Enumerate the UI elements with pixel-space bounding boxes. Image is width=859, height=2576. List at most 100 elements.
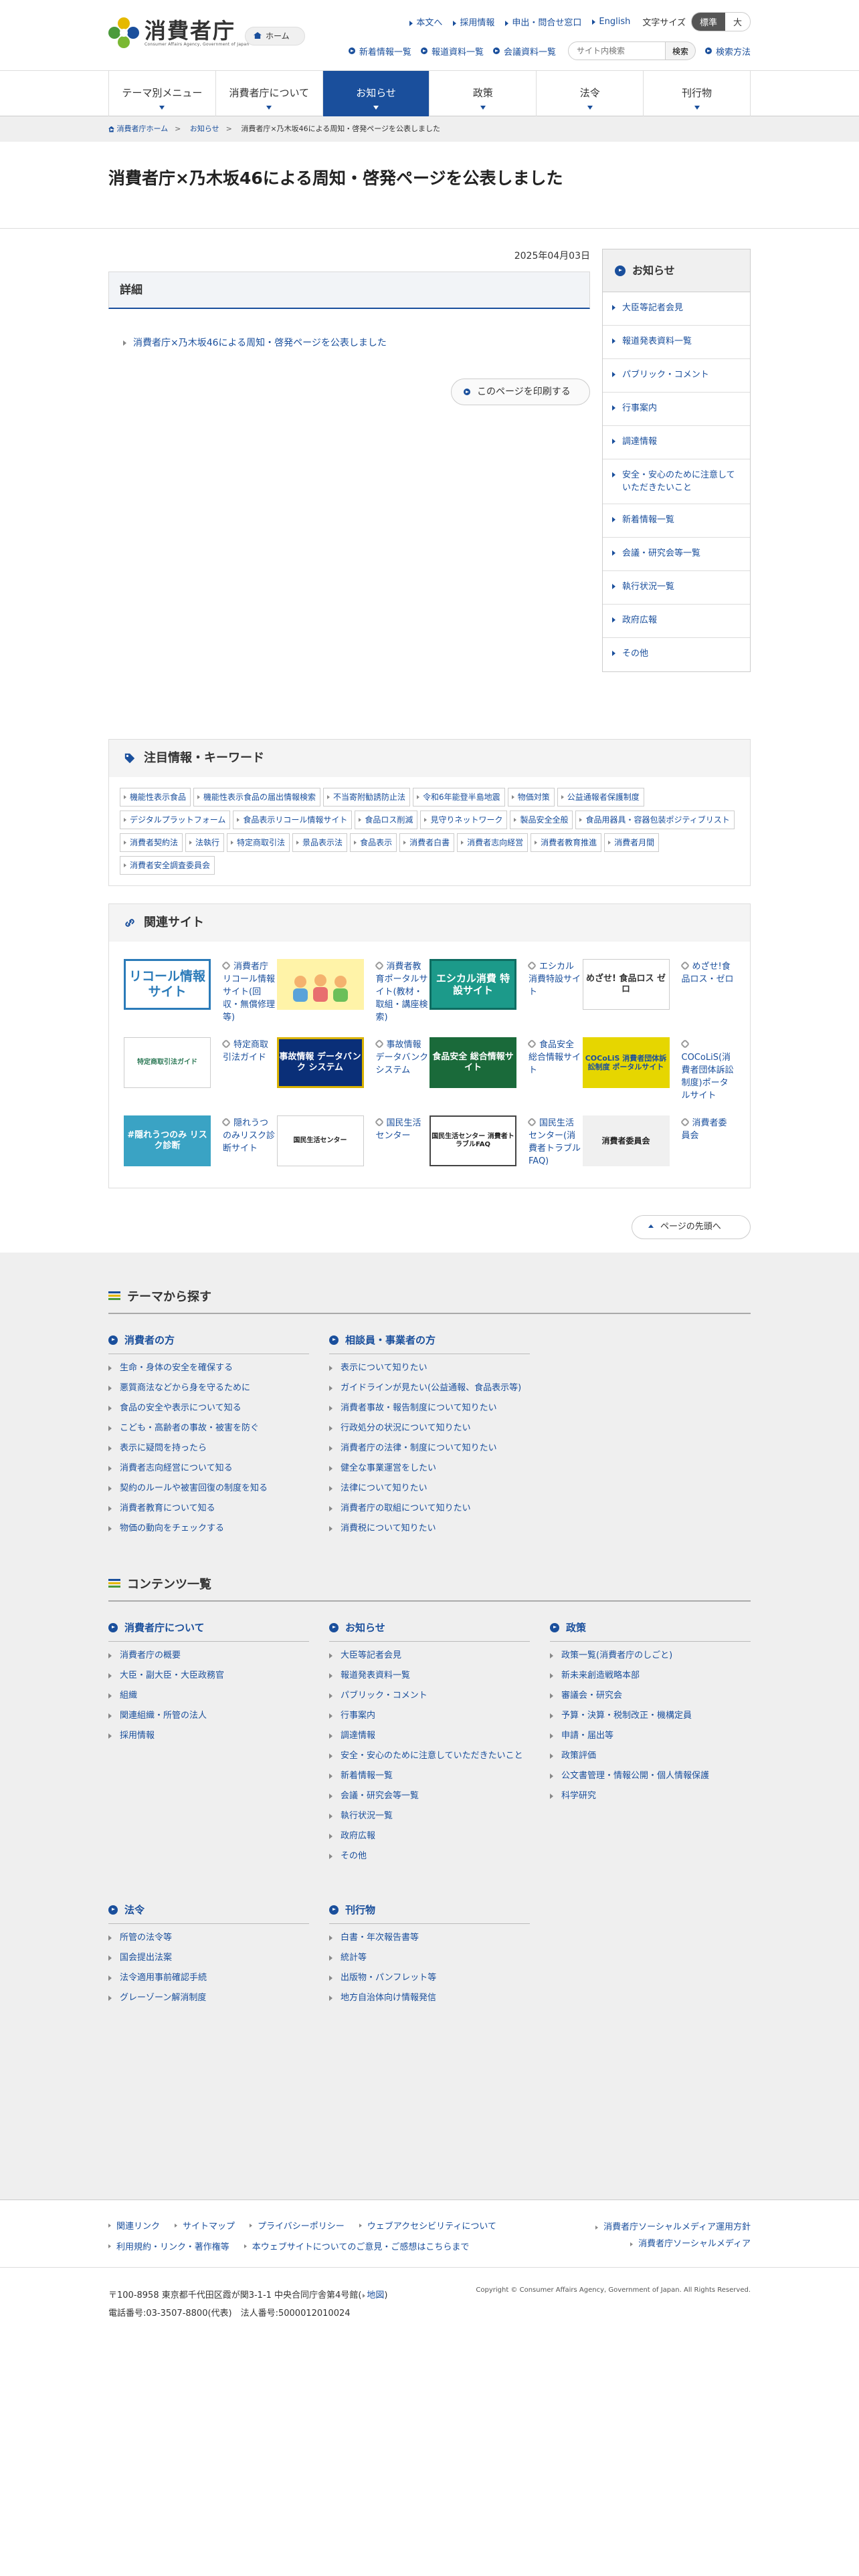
sitemap-column-title[interactable]: 政策 — [550, 1620, 751, 1642]
keyword-tag[interactable]: デジタルプラットフォーム — [120, 811, 231, 829]
sitemap-link[interactable]: こども・高齢者の事故・被害を防ぐ — [108, 1422, 309, 1434]
sitemap-link[interactable]: 行政処分の状況について知りたい — [329, 1422, 530, 1434]
breadcrumb-news[interactable]: お知らせ — [190, 124, 219, 133]
detail-link[interactable]: 消費者庁×乃木坂46による周知・啓発ページを公表しました — [133, 338, 387, 348]
sitemap-link[interactable]: 政策評価 — [550, 1750, 751, 1762]
sitemap-link[interactable]: パブリック・コメント — [329, 1690, 530, 1702]
keyword-tag[interactable]: 見守りネットワーク — [420, 811, 508, 829]
sitemap-column-title[interactable]: 消費者の方 — [108, 1333, 309, 1354]
sitemap-link[interactable]: 消費者庁の概要 — [108, 1650, 309, 1662]
sitemap-link[interactable]: 行事案内 — [329, 1710, 530, 1722]
related-site[interactable]: 食品安全 総合情報サイト 食品安全総合情報サイト — [430, 1037, 583, 1102]
site-banner[interactable]: 消費者委員会 — [582, 1115, 670, 1166]
sitemap-link[interactable]: 消費者庁の取組について知りたい — [329, 1503, 530, 1515]
skip-to-content-link[interactable]: 本文へ — [409, 15, 442, 28]
sitemap-link[interactable]: 契約のルールや被害回復の制度を知る — [108, 1483, 309, 1495]
sidebar-item[interactable]: その他 — [603, 638, 750, 671]
sitemap-link[interactable]: 消費者志向経営について知る — [108, 1463, 309, 1475]
sitemap-link[interactable]: 予算・決算・税制改正・機構定員 — [550, 1710, 751, 1722]
sidebar-item[interactable]: 安全・安心のために注意していただきたいこと — [603, 459, 750, 504]
sitemap-link[interactable]: 法令適用事前確認手続 — [108, 1972, 309, 1984]
press-link[interactable]: 報道資料一覧 — [420, 45, 484, 58]
keyword-tag[interactable]: 法執行 — [185, 833, 225, 852]
keyword-tag[interactable]: 食品表示リコール情報サイト — [233, 811, 353, 829]
font-size-standard-button[interactable]: 標準 — [691, 13, 725, 31]
keyword-tag[interactable]: 消費者白書 — [399, 833, 455, 852]
sitemap-link[interactable]: 表示について知りたい — [329, 1362, 530, 1374]
footer-link[interactable]: プライバシーポリシー — [250, 2219, 345, 2232]
sitemap-link[interactable]: 大臣等記者会見 — [329, 1650, 530, 1662]
sitemap-link[interactable]: 物価の動向をチェックする — [108, 1523, 309, 1535]
keyword-tag[interactable]: 不当寄附勧誘防止法 — [323, 788, 411, 807]
related-site[interactable]: 事故情報 データバンク システム 事故情報データバンクシステム — [276, 1037, 430, 1102]
search-input[interactable] — [567, 41, 666, 60]
sitemap-link[interactable]: 消費者教育について知る — [108, 1503, 309, 1515]
related-site[interactable]: 国民生活センター 消費者トラブルFAQ 国民生活センター(消費者トラブルFAQ) — [430, 1115, 583, 1168]
keyword-tag[interactable]: 消費者契約法 — [120, 833, 183, 852]
site-banner[interactable]: 事故情報 データバンク システム — [276, 1037, 364, 1088]
keyword-tag[interactable]: 令和6年能登半島地震 — [413, 788, 505, 807]
sitemap-link[interactable]: 大臣・副大臣・大臣政務官 — [108, 1670, 309, 1682]
sitemap-link[interactable]: 食品の安全や表示について知る — [108, 1402, 309, 1414]
sitemap-link[interactable]: その他 — [329, 1850, 530, 1862]
keyword-tag[interactable]: 機能性表示食品 — [120, 788, 191, 807]
sitemap-column-title[interactable]: 消費者庁について — [108, 1620, 309, 1642]
sitemap-link[interactable]: 法律について知りたい — [329, 1483, 530, 1495]
sidebar-item[interactable]: 執行状況一覧 — [603, 571, 750, 605]
sitemap-column-title[interactable]: お知らせ — [329, 1620, 530, 1642]
sitemap-link[interactable]: 執行状況一覧 — [329, 1810, 530, 1822]
english-link[interactable]: English — [592, 17, 630, 27]
sitemap-link[interactable]: 関連組織・所管の法人 — [108, 1710, 309, 1722]
nav-policy[interactable]: 政策 — [430, 71, 537, 116]
page-top-button[interactable]: ページの先頭へ — [632, 1215, 751, 1239]
sitemap-link[interactable]: 安全・安心のために注意していただきたいこと — [329, 1750, 530, 1762]
sitemap-link[interactable]: 健全な事業運営をしたい — [329, 1463, 530, 1475]
related-site[interactable]: COCoLiS 消費者団体訴訟制度 ポータルサイト COCoLiS(消費者団体訴訟… — [582, 1037, 736, 1102]
new-info-link[interactable]: 新着情報一覧 — [348, 45, 411, 58]
social-media-link[interactable]: 消費者庁ソーシャルメディア — [595, 2236, 751, 2252]
sidebar-item[interactable]: 新着情報一覧 — [603, 504, 750, 538]
footer-link[interactable]: サイトマップ — [175, 2219, 235, 2232]
nav-about[interactable]: 消費者庁について — [216, 71, 323, 116]
keyword-tag[interactable]: 物価対策 — [507, 788, 555, 807]
related-site[interactable]: エシカル消費 特設サイト エシカル消費特設サイト — [430, 959, 583, 1024]
site-logo[interactable]: 消費者庁 Consumer Affairs Agency, Government… — [108, 17, 249, 48]
site-banner[interactable]: エシカル消費 特設サイト — [430, 959, 516, 1010]
site-banner[interactable]: リコール情報サイト — [124, 959, 211, 1010]
site-banner[interactable] — [276, 959, 364, 1010]
sitemap-link[interactable]: 公文書管理・情報公開・個人情報保護 — [550, 1770, 751, 1782]
site-banner[interactable]: 食品安全 総合情報サイト — [430, 1037, 516, 1088]
font-size-large-button[interactable]: 大 — [725, 13, 750, 31]
related-site[interactable]: 特定商取引法ガイド 特定商取引法ガイド — [124, 1037, 277, 1102]
related-site[interactable]: 消費者委員会 消費者委員会 — [582, 1115, 736, 1168]
keyword-tag[interactable]: 消費者月間 — [604, 833, 660, 852]
sitemap-link[interactable]: 国会提出法案 — [108, 1952, 309, 1964]
keyword-tag[interactable]: 機能性表示食品の届出情報検索 — [193, 788, 321, 807]
sitemap-link[interactable]: 組織 — [108, 1690, 309, 1702]
sidebar-item[interactable]: 行事案内 — [603, 393, 750, 426]
sidebar-item[interactable]: パブリック・コメント — [603, 359, 750, 393]
keyword-tag[interactable]: 公益通報者保護制度 — [557, 788, 644, 807]
sidebar-item[interactable]: 会議・研究会等一覧 — [603, 538, 750, 571]
sitemap-link[interactable]: 審議会・研究会 — [550, 1690, 751, 1702]
sitemap-link[interactable]: 消費者庁の法律・制度について知りたい — [329, 1442, 530, 1455]
related-site[interactable]: めざせ! 食品ロス ゼロ めざせ!食品ロス・ゼロ — [582, 959, 736, 1024]
site-banner[interactable]: 特定商取引法ガイド — [124, 1037, 211, 1088]
sitemap-link[interactable]: 会議・研究会等一覧 — [329, 1790, 530, 1802]
keyword-tag[interactable]: 消費者志向経営 — [457, 833, 529, 852]
sitemap-link[interactable]: 新着情報一覧 — [329, 1770, 530, 1782]
related-site[interactable]: リコール情報サイト 消費者庁リコール情報サイト(回収・無償修理等) — [124, 959, 277, 1024]
sitemap-link[interactable]: グレーゾーン解消制度 — [108, 1992, 309, 2004]
recruit-link[interactable]: 採用情報 — [453, 15, 494, 28]
sitemap-column-title[interactable]: 刊行物 — [329, 1903, 530, 1924]
sidebar-item[interactable]: 調達情報 — [603, 426, 750, 459]
map-link[interactable]: 地図 — [367, 2290, 384, 2300]
site-banner[interactable]: #隠れうつのみ リスク診断 — [124, 1115, 211, 1166]
nav-theme-menu[interactable]: テーマ別メニュー — [109, 71, 216, 116]
sitemap-link[interactable]: 新未来創造戦略本部 — [550, 1670, 751, 1682]
breadcrumb-home[interactable]: 消費者庁ホーム — [117, 124, 169, 133]
sitemap-column-title[interactable]: 法令 — [108, 1903, 309, 1924]
sitemap-link[interactable]: 政府広報 — [329, 1830, 530, 1842]
keyword-tag[interactable]: 食品用器具・容器包装ポジティブリスト — [575, 811, 735, 829]
sitemap-link[interactable]: 消費者事故・報告制度について知りたい — [329, 1402, 530, 1414]
